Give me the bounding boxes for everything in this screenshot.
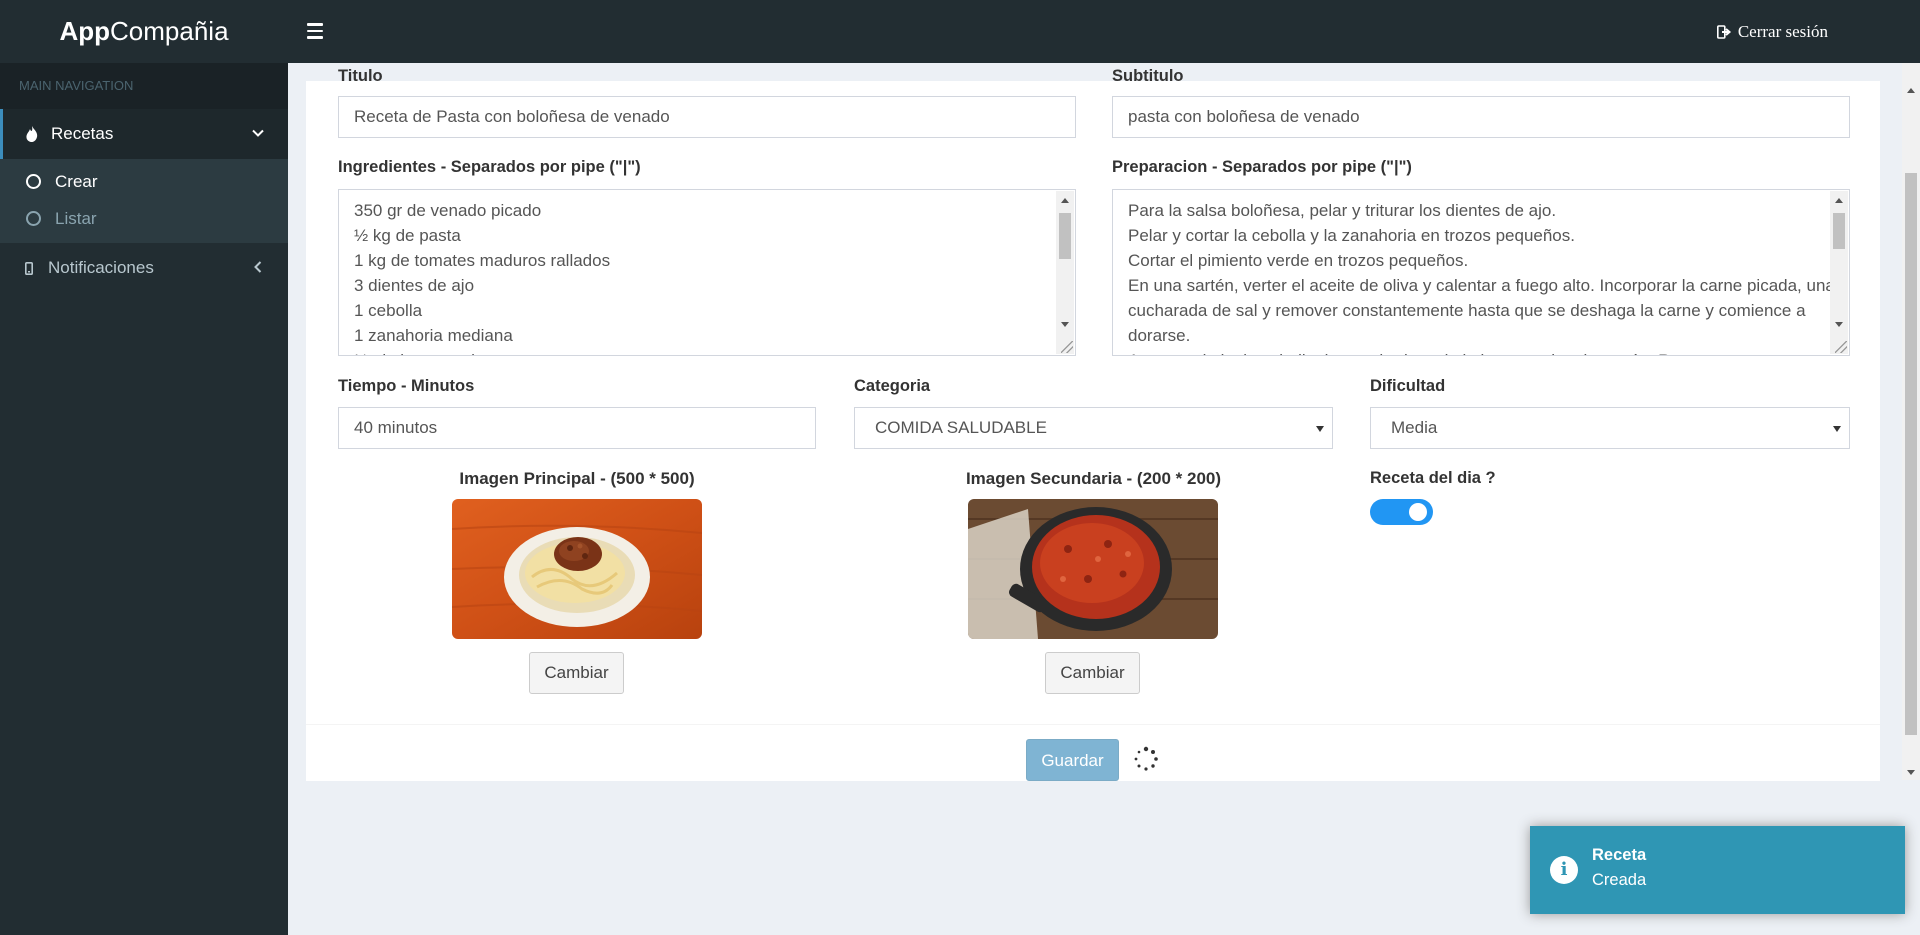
textarea-line: ½ kg de pasta (354, 226, 461, 245)
textarea-line: ½ pimiento verde (354, 348, 1045, 355)
textarea-line: En una sartén, verter el aceite de oliva… (1128, 276, 1835, 295)
textarea-line: 1 kg de tomates maduros rallados (354, 251, 611, 270)
sidebar-item-label: Crear (55, 171, 98, 191)
sidebar-item-label: Listar (55, 208, 97, 228)
fire-icon (23, 125, 41, 143)
nav-header: MAIN NAVIGATION (0, 63, 288, 109)
logout-button[interactable]: Cerrar sesión (1716, 0, 1828, 63)
guardar-button[interactable]: Guardar (1026, 739, 1119, 781)
mobile-icon (20, 261, 38, 275)
imagen-principal (452, 499, 702, 639)
chevron-down-icon (252, 129, 264, 137)
titulo-input[interactable]: Receta de Pasta con boloñesa de venado (338, 96, 1076, 138)
imagen-secundaria-label: Imagen Secundaria - (200 * 200) (965, 469, 1222, 488)
ingredientes-label: Ingredientes - Separados por pipe ("|") (338, 158, 641, 176)
toast-title: Receta (1592, 846, 1647, 864)
box-footer-divider (306, 724, 1880, 725)
textarea-line: Agregar el ajo, la cebolla, la zanahoria… (1128, 348, 1819, 355)
textarea-line: 1 zanahoria mediana (354, 326, 513, 345)
subtitulo-label: Subtitulo (1112, 67, 1184, 85)
textarea-scrollbar[interactable] (1056, 191, 1074, 354)
logout-label: Cerrar sesión (1737, 22, 1828, 41)
sign-out-icon (1716, 24, 1731, 39)
recipe-form: Titulo Subtitulo Receta de Pasta con bol… (306, 67, 1880, 781)
subtitulo-input[interactable]: pasta con boloñesa de venado (1112, 96, 1850, 138)
textarea-line: dorarse. (1128, 326, 1191, 345)
categoria-label: Categoria (854, 377, 931, 395)
recetas-submenu: Crear Listar (0, 159, 288, 243)
sidebar-item-notificaciones[interactable]: Notificaciones (0, 243, 288, 293)
ingredientes-textarea[interactable]: 350 gr de venado picado ½ kg de pasta 1 kg… (338, 189, 1076, 356)
circle-icon (26, 211, 41, 226)
textarea-line: cucharada de sal y remover constantement… (1128, 301, 1806, 320)
tiempo-input[interactable]: 40 minutos (338, 407, 816, 449)
sidebar-item-crear[interactable]: Crear (0, 163, 288, 200)
textarea-line: Para la salsa boloñesa, pelar y triturar… (1128, 201, 1557, 220)
dificultad-selected: Media (1391, 418, 1438, 437)
textarea-line: 3 dientes de ajo (354, 276, 475, 295)
sidebar-item-listar[interactable]: Listar (0, 200, 288, 237)
circle-icon (26, 174, 41, 189)
receta-dia-toggle[interactable] (1370, 499, 1433, 525)
imagen-secundaria (968, 499, 1218, 639)
sidebar-item-label: Recetas (51, 124, 114, 143)
toggle-knob (1409, 503, 1427, 521)
loading-spinner-icon (1134, 746, 1158, 771)
info-icon: i (1550, 856, 1578, 884)
titulo-label: Titulo (338, 67, 383, 85)
cambiar-secundaria-button[interactable]: Cambiar (1045, 652, 1140, 694)
caret-down-icon (1833, 426, 1841, 432)
sidebar-item-recetas[interactable]: Recetas (0, 109, 288, 159)
toast-notification[interactable]: i Receta Creada (1530, 826, 1905, 914)
preparacion-label: Preparacion - Separados por pipe ("|") (1112, 158, 1412, 176)
cambiar-principal-button[interactable]: Cambiar (529, 652, 624, 694)
resize-handle[interactable] (1061, 341, 1073, 353)
page-scrollbar[interactable] (1902, 63, 1920, 780)
app-logo[interactable]: AppCompañia (0, 0, 288, 63)
caret-down-icon (1316, 426, 1324, 432)
dificultad-label: Dificultad (1370, 377, 1446, 395)
toast-message: Creada (1592, 871, 1647, 889)
receta-dia-label: Receta del dia ? (1370, 469, 1496, 487)
categoria-selected: COMIDA SALUDABLE (875, 418, 1047, 437)
sidebar: MAIN NAVIGATION Recetas Crear Listar Not… (0, 63, 288, 935)
categoria-select[interactable]: COMIDA SALUDABLE (854, 407, 1333, 449)
resize-handle[interactable] (1835, 341, 1847, 353)
tiempo-label: Tiempo - Minutos (338, 377, 475, 395)
imagen-principal-label: Imagen Principal - (500 * 500) (459, 469, 695, 488)
top-navbar: AppCompañia Cerrar sesión (0, 0, 1920, 63)
textarea-line: 1 cebolla (354, 301, 423, 320)
dificultad-select[interactable]: Media (1370, 407, 1850, 449)
sidebar-toggle-icon[interactable] (300, 16, 330, 46)
chevron-left-icon (254, 261, 262, 273)
sidebar-item-label: Notificaciones (48, 258, 154, 277)
textarea-line: 350 gr de venado picado (354, 201, 542, 220)
preparacion-textarea[interactable]: Para la salsa boloñesa, pelar y triturar… (1112, 189, 1850, 356)
textarea-line: Pelar y cortar la cebolla y la zanahoria… (1128, 226, 1575, 245)
textarea-scrollbar[interactable] (1830, 191, 1848, 354)
textarea-line: Cortar el pimiento verde en trozos peque… (1128, 251, 1469, 270)
